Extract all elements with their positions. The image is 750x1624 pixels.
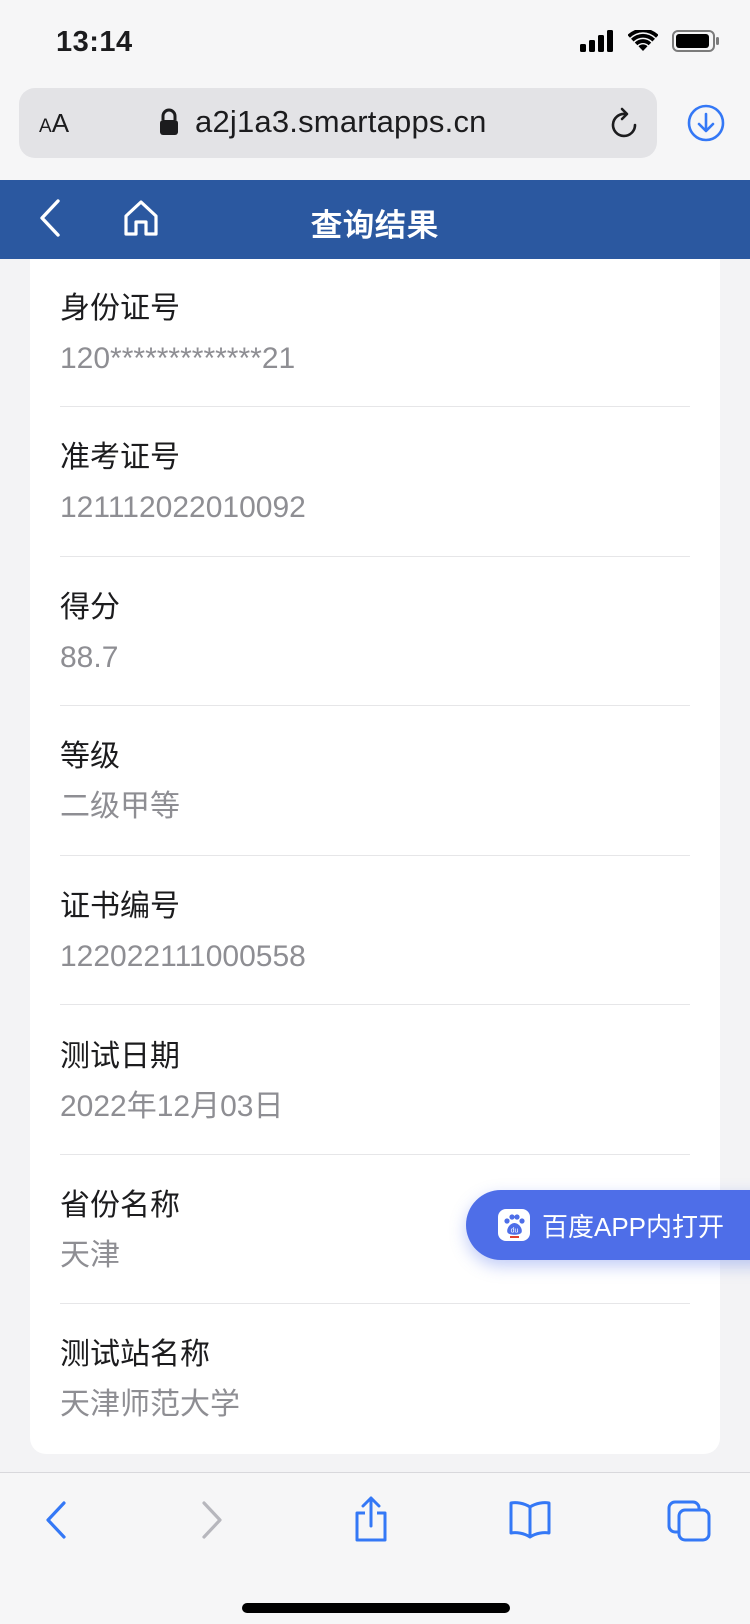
field-label: 得分 bbox=[60, 591, 120, 624]
field-label: 证书编号 bbox=[60, 890, 180, 923]
url-area: AA a2j1a3.smartapps.cn bbox=[0, 88, 750, 180]
bookmarks-icon[interactable] bbox=[508, 1499, 552, 1539]
status-bar: 13:14 bbox=[0, 0, 750, 88]
field-grade: 等级 二级甲等 bbox=[60, 737, 690, 827]
app-header: 查询结果 bbox=[0, 180, 750, 259]
field-label: 身份证号 bbox=[60, 292, 180, 325]
field-value: 88.7 bbox=[60, 641, 119, 674]
divider bbox=[60, 705, 690, 706]
status-time: 13:14 bbox=[56, 26, 133, 58]
home-indicator bbox=[242, 1603, 510, 1613]
battery-icon bbox=[672, 30, 719, 52]
field-label: 等级 bbox=[60, 740, 120, 773]
share-icon[interactable] bbox=[352, 1495, 390, 1543]
divider bbox=[60, 1004, 690, 1005]
reader-text-size-button[interactable]: AA bbox=[39, 108, 69, 139]
field-score: 得分 88.7 bbox=[60, 588, 690, 678]
wifi-icon bbox=[628, 30, 658, 51]
reload-icon[interactable] bbox=[609, 106, 641, 140]
field-label: 测试日期 bbox=[60, 1040, 180, 1073]
divider bbox=[60, 556, 690, 557]
page-title: 查询结果 bbox=[311, 208, 439, 243]
browser-forward-icon[interactable] bbox=[198, 1499, 226, 1541]
divider bbox=[60, 1303, 690, 1304]
baidu-logo-icon: du bbox=[504, 1214, 525, 1238]
aa-large: A bbox=[51, 108, 70, 138]
field-value: 二级甲等 bbox=[60, 790, 180, 823]
signal-icon bbox=[580, 30, 613, 52]
field-value: 120*************21 bbox=[60, 342, 296, 375]
field-label: 测试站名称 bbox=[60, 1338, 210, 1371]
result-card: 身份证号 120*************21 准考证号 12111202201… bbox=[30, 259, 720, 1454]
field-value: 122022111000558 bbox=[60, 940, 306, 973]
field-value: 121112022010092 bbox=[60, 491, 306, 524]
divider bbox=[60, 855, 690, 856]
field-value: 2022年12月03日 bbox=[60, 1090, 284, 1123]
divider bbox=[60, 1154, 690, 1155]
baidu-button-label: 百度APP内打开 bbox=[542, 1211, 725, 1242]
field-certificate-number: 证书编号 122022111000558 bbox=[60, 887, 690, 977]
browser-back-icon[interactable] bbox=[42, 1499, 70, 1541]
address-bar[interactable]: AA a2j1a3.smartapps.cn bbox=[19, 88, 657, 158]
download-icon[interactable] bbox=[686, 103, 726, 143]
open-in-baidu-app-button[interactable]: du 百度APP内打开 bbox=[466, 1190, 750, 1260]
field-admission-number: 准考证号 121112022010092 bbox=[60, 438, 690, 528]
field-test-station: 测试站名称 天津师范大学 bbox=[60, 1335, 690, 1425]
field-value: 天津师范大学 bbox=[60, 1388, 240, 1421]
tabs-icon[interactable] bbox=[666, 1499, 712, 1543]
field-test-date: 测试日期 2022年12月03日 bbox=[60, 1037, 690, 1127]
url-text: a2j1a3.smartapps.cn bbox=[195, 104, 487, 139]
baidu-logo-text: du bbox=[511, 1228, 519, 1235]
status-icons bbox=[580, 30, 720, 52]
aa-small: A bbox=[39, 116, 52, 137]
browser-toolbar bbox=[0, 1472, 750, 1624]
field-id-number: 身份证号 120*************21 bbox=[60, 289, 690, 379]
divider bbox=[60, 406, 690, 407]
baidu-paw-icon: du bbox=[498, 1209, 530, 1241]
field-label: 准考证号 bbox=[60, 441, 180, 474]
lock-icon bbox=[160, 108, 178, 135]
